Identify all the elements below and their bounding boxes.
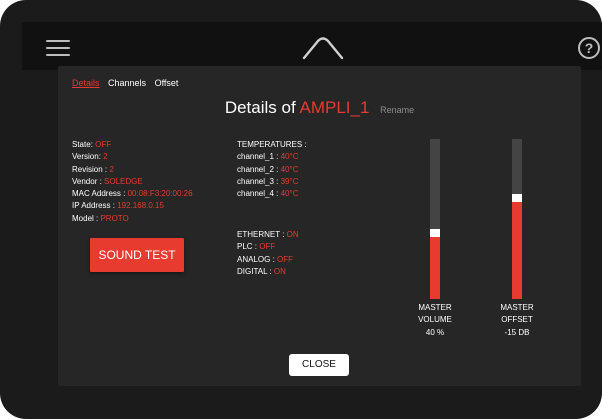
help-icon[interactable]: ? bbox=[578, 37, 600, 59]
info-vendor: Vendor : SOLEDGE bbox=[72, 176, 143, 186]
device-info-list: State: OFF Version: 2 Revision : 2 Vendo… bbox=[72, 139, 193, 225]
info-state: State: OFF bbox=[72, 140, 112, 149]
tab-offset[interactable]: Offset bbox=[155, 78, 179, 88]
master-volume-fill bbox=[430, 235, 440, 299]
master-volume-slider[interactable] bbox=[430, 139, 440, 299]
master-volume-thumb[interactable] bbox=[430, 229, 440, 237]
temperature-row: channel_2 : 40°C bbox=[237, 164, 299, 174]
master-volume-value: 40 % bbox=[425, 327, 445, 337]
info-ip-address: IP Address : 192.168.0.15 bbox=[72, 201, 164, 211]
master-offset-value: -15 DB bbox=[504, 327, 530, 337]
status-ethernet: ETHERNET : ON bbox=[237, 230, 299, 239]
status-analog: ANALOG : OFF bbox=[237, 254, 294, 264]
connection-status-list: ETHERNET : ON PLC : OFF ANALOG : OFF DIG… bbox=[237, 229, 299, 278]
tab-details[interactable]: Details bbox=[72, 78, 100, 88]
info-model: Model : PROTO bbox=[72, 213, 129, 223]
master-offset-fill bbox=[512, 200, 522, 299]
amplifier-name: AMPLI_1 bbox=[299, 98, 370, 117]
details-dialog: Details Channels Offset Details of AMPLI… bbox=[58, 66, 581, 386]
info-mac-address: MAC Address : 00:08:F3:20:00:26 bbox=[72, 189, 193, 199]
dialog-title: Details of AMPLI_1 Rename bbox=[58, 98, 581, 118]
temperatures-heading: TEMPERATURES : bbox=[237, 140, 307, 149]
brand-logo bbox=[302, 37, 344, 60]
status-digital: DIGITAL : ON bbox=[237, 266, 286, 276]
temperature-row: channel_3 : 39°C bbox=[237, 176, 299, 186]
master-volume-label: MASTER VOLUME 40 % bbox=[405, 302, 465, 339]
master-offset-slider[interactable] bbox=[512, 139, 522, 299]
temperatures-list: TEMPERATURES : channel_1 : 40°C channel_… bbox=[237, 139, 307, 200]
title-prefix: Details of bbox=[224, 98, 296, 117]
menu-icon[interactable] bbox=[46, 40, 70, 56]
info-version: Version: 2 bbox=[72, 152, 108, 162]
temperature-row: channel_1 : 40°C bbox=[237, 152, 299, 162]
close-button[interactable]: CLOSE bbox=[289, 354, 349, 376]
status-plc: PLC : OFF bbox=[237, 242, 276, 252]
master-offset-thumb[interactable] bbox=[512, 194, 522, 202]
info-revision: Revision : 2 bbox=[72, 164, 114, 174]
tab-channels[interactable]: Channels bbox=[108, 78, 146, 88]
tab-bar: Details Channels Offset bbox=[72, 78, 184, 88]
master-offset-label: MASTER OFFSET -15 DB bbox=[487, 302, 547, 339]
rename-link[interactable]: Rename bbox=[380, 105, 414, 115]
sound-test-button[interactable]: SOUND TEST bbox=[90, 238, 184, 272]
temperature-row: channel_4 : 40°C bbox=[237, 189, 299, 199]
app-frame: ? Details Channels Offset Details of AMP… bbox=[0, 0, 602, 419]
